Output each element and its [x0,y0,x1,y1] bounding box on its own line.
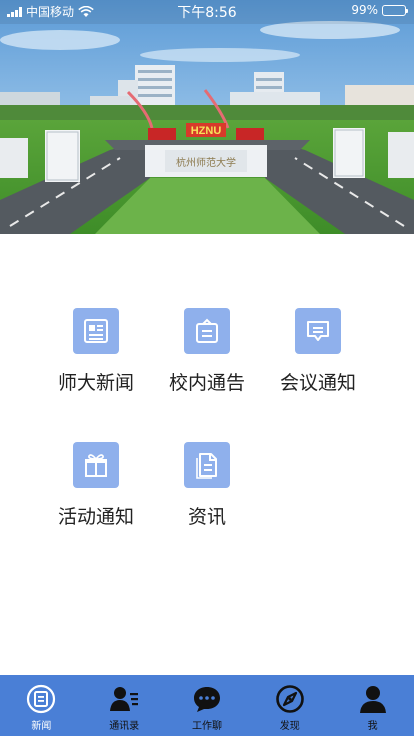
menu-item-activity-notice[interactable]: 活动通知 [40,442,152,542]
menu-item-university-news[interactable]: 师大新闻 [40,308,152,408]
tab-work-chat[interactable]: 工作聊 [166,675,249,736]
status-bar-right: 99% [351,3,408,17]
compass-icon [275,684,305,714]
tab-news[interactable]: 新闻 [0,675,83,736]
notice-board-icon [184,308,230,354]
app-screen: 杭州师范大学 HZNU 中国移动 下午8:56 99% 师大新闻 校内通告 会议… [0,0,414,736]
news-icon [26,684,56,714]
document-icon [184,442,230,488]
tab-contacts[interactable]: 通讯录 [83,675,166,736]
campus-gate-banner: 杭州师范大学 HZNU [0,0,414,234]
tab-me[interactable]: 我 [331,675,414,736]
tab-discover[interactable]: 发现 [248,675,331,736]
svg-text:杭州师范大学: 杭州师范大学 [176,156,236,169]
tab-label: 通讯录 [109,721,140,732]
person-icon [358,684,388,714]
menu-item-label: 会议通知 [279,372,356,394]
menu-item-label: 资讯 [187,506,226,528]
contacts-icon [109,684,139,714]
tab-label: 新闻 [31,721,52,732]
menu-item-label: 活动通知 [57,506,134,528]
menu-item-campus-notice[interactable]: 校内通告 [151,308,263,408]
menu-item-label: 师大新闻 [57,372,134,394]
gift-box-icon [73,442,119,488]
menu-item-label: 校内通告 [168,372,245,394]
gate-sign-text: HZNU [191,125,222,137]
tab-label: 工作聊 [191,721,222,732]
menu-item-meeting-notice[interactable]: 会议通知 [262,308,374,408]
tab-label: 我 [367,721,378,732]
campus-gate-illustration: 杭州师范大学 HZNU [0,0,414,234]
bottom-tab-bar: 新闻 通讯录 工作聊 发现 我 [0,675,414,736]
status-bar: 中国移动 下午8:56 99% [0,0,414,22]
newspaper-icon [73,308,119,354]
meeting-chat-icon [295,308,341,354]
menu-item-information[interactable]: 资讯 [151,442,263,542]
tab-label: 发现 [279,721,300,732]
battery-icon [382,4,408,16]
chat-bubble-icon [192,684,222,714]
battery-percent: 99% [351,3,378,17]
